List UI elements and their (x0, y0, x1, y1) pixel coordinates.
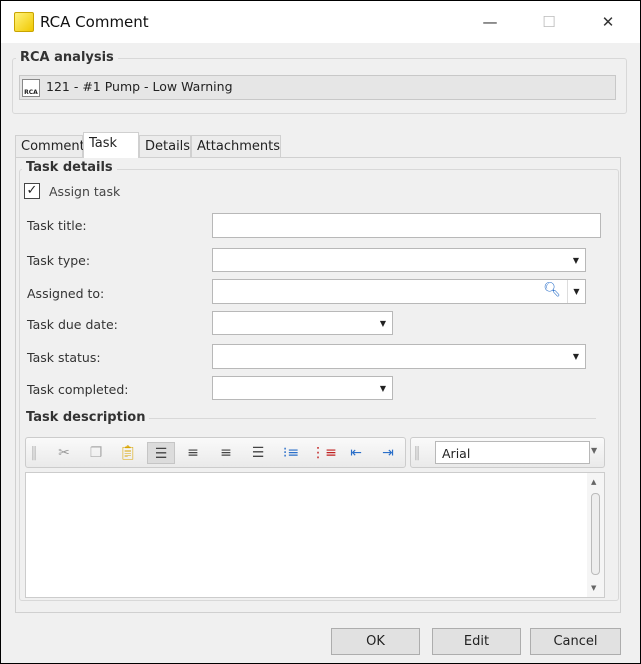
chevron-down-icon[interactable]: ▼ (374, 377, 392, 399)
rca-analysis-value: 121 - #1 Pump - Low Warning (46, 79, 233, 94)
tab-comment[interactable]: Comment (15, 135, 85, 157)
cut-icon[interactable]: ✂ (50, 442, 78, 464)
font-toolbar: ‖ Arial ▼ (410, 437, 605, 468)
assigned-to-label: Assigned to: (27, 286, 105, 301)
grip-handle[interactable]: ‖ (30, 442, 38, 464)
outdent-icon[interactable]: ⇤ (342, 442, 370, 464)
align-left-icon[interactable]: ☰ (147, 442, 175, 464)
rca-comment-window: RCA Comment — ☐ ✕ RCA analysis RCA 121 -… (0, 0, 641, 664)
task-completed-label: Task completed: (27, 382, 129, 397)
numbered-list-icon[interactable]: ⋮≡ (310, 442, 338, 464)
ok-button[interactable]: OK (331, 628, 420, 655)
task-status-select[interactable]: ▼ (212, 344, 586, 369)
indent-icon[interactable]: ⇥ (374, 442, 402, 464)
font-select[interactable]: Arial (435, 441, 590, 464)
chevron-down-icon[interactable]: ▼ (374, 312, 392, 334)
edit-button[interactable]: Edit (432, 628, 521, 655)
chevron-down-icon[interactable]: ▼ (567, 345, 585, 368)
assign-task-checkbox[interactable]: ✓ (24, 183, 40, 199)
search-icon[interactable]: 🔍︎ (543, 282, 561, 298)
task-due-date-picker[interactable]: ▼ (212, 311, 393, 335)
justify-icon[interactable]: ☰ (244, 442, 272, 464)
window-title: RCA Comment (40, 13, 149, 31)
task-due-date-label: Task due date: (27, 317, 118, 332)
format-toolbar: ‖ ✂ ❐ 📋︎ ☰ ≡ ≡ ☰ ⁝≡ ⋮≡ ⇤ ⇥ (25, 437, 406, 468)
task-details-label: Task details (22, 160, 117, 175)
scroll-down-icon[interactable]: ▼ (591, 584, 596, 592)
align-right-icon[interactable]: ≡ (212, 442, 240, 464)
rca-analysis-label: RCA analysis (16, 50, 118, 65)
task-title-input[interactable] (212, 213, 601, 238)
grip-handle[interactable]: ‖ (413, 442, 421, 464)
app-icon (14, 12, 34, 32)
task-status-label: Task status: (27, 350, 101, 365)
copy-icon[interactable]: ❐ (82, 442, 110, 464)
title-bar: RCA Comment — ☐ ✕ (1, 1, 640, 43)
chevron-down-icon[interactable]: ▼ (591, 446, 597, 455)
chevron-down-icon[interactable]: ▼ (567, 280, 585, 303)
task-title-label: Task title: (27, 218, 87, 233)
align-center-icon[interactable]: ≡ (179, 442, 207, 464)
task-completed-picker[interactable]: ▼ (212, 376, 393, 400)
paste-icon[interactable]: 📋︎ (114, 442, 142, 464)
maximize-button[interactable]: ☐ (534, 9, 564, 35)
rca-document-icon: RCA (22, 79, 40, 97)
assign-task-label: Assign task (49, 184, 121, 199)
scrollbar-thumb[interactable] (591, 493, 600, 575)
vertical-scrollbar[interactable]: ▲ ▼ (587, 473, 604, 597)
minimize-button[interactable]: — (475, 9, 505, 35)
cancel-button[interactable]: Cancel (530, 628, 621, 655)
assigned-to-select[interactable]: 🔍︎ ▼ (212, 279, 586, 304)
chevron-down-icon[interactable]: ▼ (567, 249, 585, 271)
font-value: Arial (442, 446, 471, 461)
tab-details[interactable]: Details (139, 135, 191, 157)
tab-task[interactable]: Task (83, 132, 139, 158)
tab-attachments[interactable]: Attachments (191, 135, 281, 157)
scroll-up-icon[interactable]: ▲ (591, 478, 596, 486)
task-type-label: Task type: (27, 253, 91, 268)
bullet-list-icon[interactable]: ⁝≡ (277, 442, 305, 464)
task-description-editor[interactable]: ▲ ▼ (25, 472, 605, 598)
task-description-label: Task description (23, 410, 150, 425)
rca-analysis-field: RCA 121 - #1 Pump - Low Warning (19, 75, 616, 100)
task-type-select[interactable]: ▼ (212, 248, 586, 272)
close-button[interactable]: ✕ (593, 9, 623, 35)
